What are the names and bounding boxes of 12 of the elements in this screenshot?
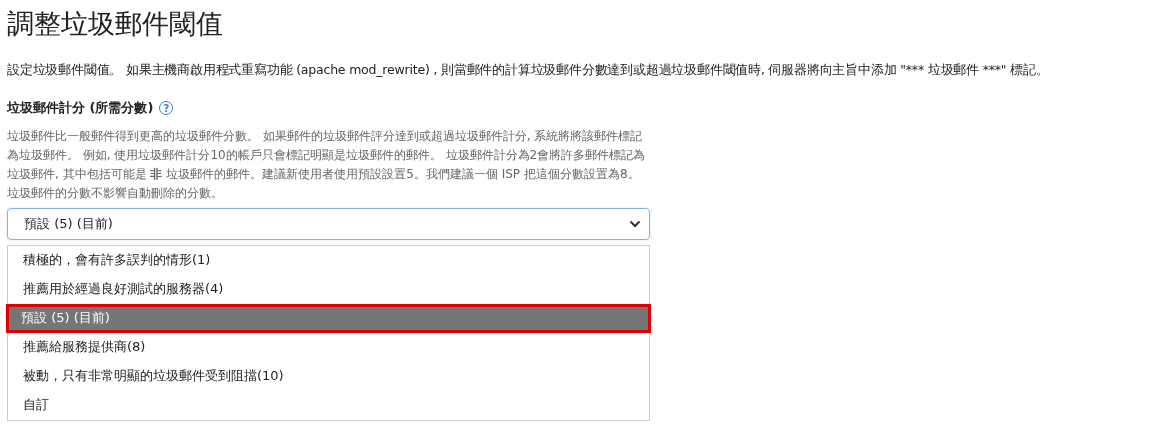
option-item[interactable]: 自訂 — [8, 391, 649, 420]
option-item[interactable]: 推薦用於經過良好測試的服務器(4) — [8, 275, 649, 304]
option-item[interactable]: 積極的，會有許多誤判的情形(1) — [8, 246, 649, 275]
threshold-select[interactable]: 預設 (5) (目前) — [7, 208, 650, 240]
field-description: 垃圾郵件比一般郵件得到更高的垃圾郵件分數。 如果郵件的垃圾郵件評分達到或超過垃圾郵件計分, 系統將將該郵件標記為垃圾郵件。 例如, 使用垃圾郵件計分10的帳戶只會標記明顯是垃圾郵件的郵件。 垃圾郵件計分為2會將許多郵件標記為垃圾郵件, 其中包括可能是 非 垃圾郵件的郵件。建議新使用者使用預設設置5。我們建議一個 ISP 把這個分數設置為8。垃圾郵件的分數不影響自動刪除的分數。 — [7, 128, 647, 202]
option-item[interactable]: 被動，只有非常明顯的垃圾郵件受到阻擋(10) — [8, 362, 649, 391]
page-title: 調整垃圾郵件閾值 — [7, 7, 224, 41]
chevron-down-icon — [629, 220, 641, 228]
field-label: 垃圾郵件計分 (所需分數) — [7, 99, 154, 117]
option-item[interactable]: 推薦給服務提供商(8) — [8, 333, 649, 362]
option-item[interactable]: 預設 (5) (目前) — [6, 304, 651, 333]
intro-text: 設定垃圾郵件閾值。 如果主機商啟用程式重寫功能 (apache mod_rewrite) , 則當郵件的計算垃圾郵件分數達到或超過垃圾郵件閾值時, 伺服器將向主旨中添加 "*** 垃圾郵件 ***" 標記。 — [7, 61, 1050, 79]
